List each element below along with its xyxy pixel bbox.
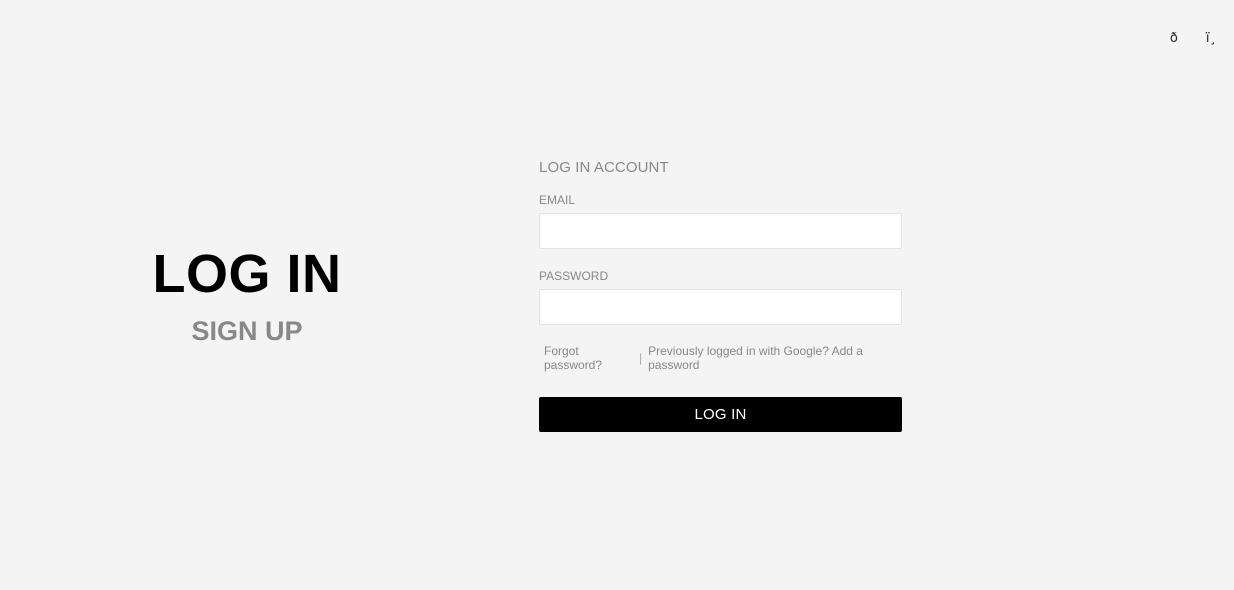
login-submit-button[interactable]: LOG IN — [539, 397, 902, 432]
form-links: Forgot password? | Previously logged in … — [539, 344, 902, 372]
signup-tab[interactable]: SIGN UP — [148, 315, 346, 347]
password-field[interactable] — [539, 289, 902, 325]
auth-switcher: LOG IN SIGN UP — [148, 243, 346, 347]
header-icons: ð ï¸ — [1170, 30, 1216, 48]
link-separator: | — [639, 351, 643, 365]
google-add-password-link[interactable]: Previously logged in with Google? Add a … — [648, 344, 868, 372]
password-group: PASSWORD — [539, 268, 902, 325]
email-label: EMAIL — [539, 193, 576, 207]
account-icon[interactable]: ð — [1170, 30, 1178, 48]
login-tab[interactable]: LOG IN — [148, 243, 346, 305]
cart-icon[interactable]: ï¸ — [1206, 30, 1216, 48]
form-title: LOG IN ACCOUNT — [539, 159, 669, 176]
email-field[interactable] — [539, 213, 902, 249]
password-label: PASSWORD — [539, 269, 609, 283]
login-form: LOG IN ACCOUNT EMAIL PASSWORD Forgot pas… — [539, 158, 902, 432]
email-group: EMAIL — [539, 192, 902, 249]
forgot-password-link[interactable]: Forgot password? — [544, 344, 614, 372]
